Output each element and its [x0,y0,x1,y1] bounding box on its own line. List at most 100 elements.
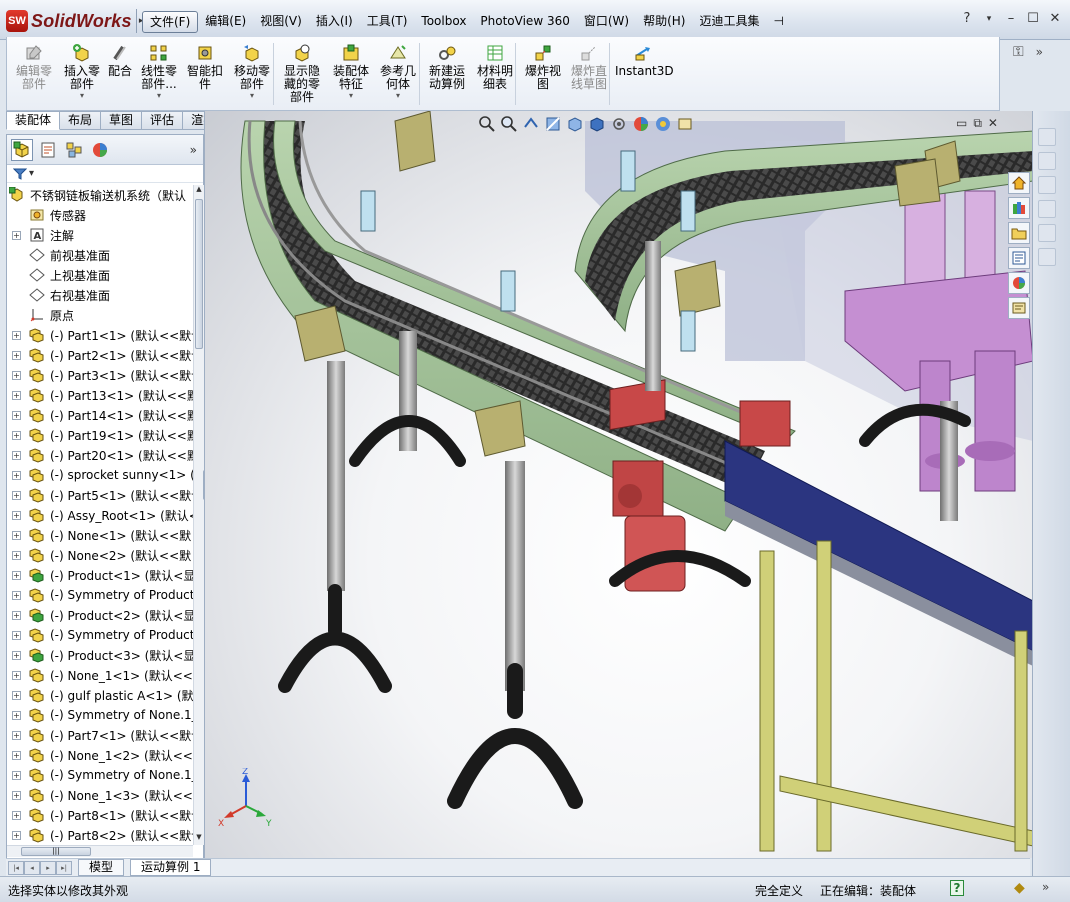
tree-node[interactable]: + (-) Part3<1> (默认<<默认 [7,365,193,385]
cm-tab-2[interactable]: 草图 [101,111,143,130]
expand-status-icon[interactable]: » [1042,880,1049,894]
tree-node[interactable]: + (-) Part19<1> (默认<<默 [7,425,193,445]
tree-node[interactable]: + (-) Part8<1> (默认<<默认 [7,805,193,825]
edit-appearance-icon[interactable] [632,115,650,133]
viewport-restore-icon[interactable]: ⧉ [973,116,982,131]
minimize-button[interactable]: – [1002,10,1020,28]
expand-toggle-icon[interactable]: + [12,750,21,760]
tree-horizontal-scrollbar[interactable]: ||| [7,845,193,857]
side-icon-1[interactable] [1038,128,1056,146]
viewport-close-icon[interactable]: ✕ [988,116,998,131]
property-manager-tab-icon[interactable] [37,139,59,161]
tree-node[interactable]: 传感器 [7,205,193,225]
side-icon-3[interactable] [1038,176,1056,194]
dropdown-arrow-icon[interactable]: ▾ [59,91,105,101]
expand-toggle-icon[interactable]: + [12,370,21,380]
menu-item-8[interactable]: 帮助(H) [636,11,692,33]
expand-toggle-icon[interactable]: + [12,490,21,500]
expand-toggle-icon[interactable]: + [12,230,21,240]
side-icon-5[interactable] [1038,224,1056,242]
last-tab-icon[interactable]: ▸| [56,860,72,875]
menu-pin-icon[interactable]: ⊣ [767,11,791,33]
dropdown-arrow-icon[interactable]: ▾ [375,91,421,101]
design-library-icon[interactable] [1008,197,1030,219]
smart-fasteners-button[interactable]: 智能扣件 [183,43,227,91]
scroll-thumb[interactable] [195,199,203,349]
collapse-panel-icon[interactable]: » [190,143,197,157]
filter-dropdown-icon[interactable]: ▾ [29,168,34,179]
expand-toggle-icon[interactable]: + [12,730,21,740]
solidworks-resources-icon[interactable] [1008,172,1030,194]
cm-tab-3[interactable]: 评估 [142,111,184,130]
expand-toggle-icon[interactable]: + [12,790,21,800]
linear-pattern-button[interactable]: 线性零 部件... ▾ [137,43,181,101]
view-settings-icon[interactable] [676,115,694,133]
expand-toggle-icon[interactable]: + [12,350,21,360]
reference-geometry-button[interactable]: 参考几 何体 ▾ [375,43,421,101]
menu-item-4[interactable]: 工具(T) [360,11,415,33]
menu-item-6[interactable]: PhotoView 360 [473,11,576,33]
show-hidden-components-button[interactable]: 显示隐 藏的零 部件 [279,43,325,104]
tree-node[interactable]: 前视基准面 [7,245,193,265]
expand-toggle-icon[interactable]: + [12,770,21,780]
hide-show-items-icon[interactable] [610,115,628,133]
section-view-icon[interactable] [544,115,562,133]
expand-toggle-icon[interactable]: + [12,410,21,420]
tree-node[interactable]: + (-) Product<1> (默认<显 [7,565,193,585]
dropdown-arrow-icon[interactable]: ▾ [229,91,275,101]
tree-node[interactable]: + (-) None<2> (默认<<默 [7,545,193,565]
next-tab-icon[interactable]: ▸ [40,860,56,875]
move-component-button[interactable]: 移动零 部件 ▾ [229,43,275,101]
menu-item-2[interactable]: 视图(V) [253,11,309,33]
tree-root[interactable]: 不锈钢链板输送机系统（默认 [7,185,193,205]
zoom-to-fit-icon[interactable] [478,115,496,133]
exploded-view-button[interactable]: 爆炸视图 [521,43,565,91]
tree-node[interactable]: + (-) Part7<1> (默认<<默认 [7,725,193,745]
insert-components-button[interactable]: 插入零 部件 ▾ [59,43,105,101]
apply-scene-icon[interactable] [654,115,672,133]
tree-node[interactable]: + (-) Product<2> (默认<显 [7,605,193,625]
explode-line-sketch-button[interactable]: 爆炸直 线草图 [567,43,611,91]
appearances-scenes-icon[interactable] [1008,272,1030,294]
viewport-minimize-icon[interactable]: ▭ [956,116,967,131]
help-status-icon[interactable]: ? [950,880,964,896]
tree-node[interactable]: + A 注解 [7,225,193,245]
expand-toggle-icon[interactable]: + [12,670,21,680]
dropdown-arrow-icon[interactable]: ▾ [980,10,998,28]
side-icon-4[interactable] [1038,200,1056,218]
display-style-icon[interactable] [588,115,606,133]
tree-node[interactable]: 右视基准面 [7,285,193,305]
expand-toggle-icon[interactable]: + [12,430,21,440]
edit-component-button[interactable]: 编辑零 部件 [11,43,57,91]
display-manager-tab-icon[interactable] [89,139,111,161]
view-orientation-icon[interactable] [566,115,584,133]
tree-node[interactable]: + (-) Part14<1> (默认<<默 [7,405,193,425]
prev-tab-icon[interactable]: ◂ [24,860,40,875]
expand-toggle-icon[interactable]: + [12,830,21,840]
menu-item-1[interactable]: 编辑(E) [198,11,253,33]
expand-toggle-icon[interactable]: + [12,630,21,640]
tree-node[interactable]: + (-) None_1<2> (默认<<默 [7,745,193,765]
close-button[interactable]: ✕ [1046,10,1064,28]
side-icon-6[interactable] [1038,248,1056,266]
previous-view-icon[interactable] [522,115,540,133]
expand-toggle-icon[interactable]: + [12,810,21,820]
key-icon[interactable]: ⚿ [1013,44,1024,60]
bottom-tab-0[interactable]: 模型 [78,859,125,876]
expand-toggle-icon[interactable]: + [12,690,21,700]
file-explorer-icon[interactable] [1008,222,1030,244]
bottom-tab-1[interactable]: 运动算例 1 [130,859,212,876]
tree-node[interactable]: + (-) Part2<1> (默认<<默认 [7,345,193,365]
hscroll-thumb[interactable]: ||| [21,847,91,856]
expand-toggle-icon[interactable]: + [12,450,21,460]
instant3d-button[interactable]: Instant3D [615,43,674,78]
expand-toggle-icon[interactable]: + [12,650,21,660]
menu-item-9[interactable]: 迈迪工具集 [692,11,766,33]
tree-vertical-scrollbar[interactable]: ▲ ▼ [193,185,204,845]
expand-toggle-icon[interactable]: + [12,570,21,580]
cm-tab-0[interactable]: 装配体 [6,111,61,130]
tree-node[interactable]: 上视基准面 [7,265,193,285]
menu-item-5[interactable]: Toolbox [414,11,473,33]
graphics-area[interactable] [204,111,1032,858]
expand-toggle-icon[interactable]: + [12,610,21,620]
